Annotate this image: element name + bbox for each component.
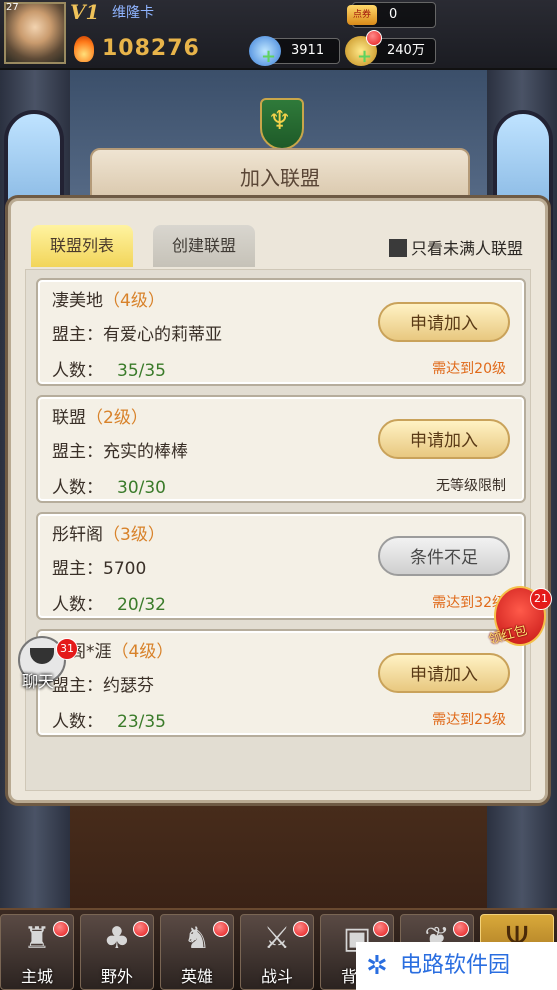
diamond-icon: + bbox=[249, 36, 281, 66]
members-count: 20/32 bbox=[117, 595, 166, 615]
members-label: 人数： bbox=[52, 361, 103, 381]
alliance-level: （4级） bbox=[111, 642, 174, 662]
notification-dot bbox=[453, 921, 469, 937]
alliance-members-line: 人数： 20/32 bbox=[52, 590, 166, 615]
gold-notification-dot bbox=[366, 30, 382, 46]
alliance-emblem: ♆ bbox=[260, 98, 304, 150]
alliance-leader-line: 盟主：有爱心的莉蒂亚 bbox=[52, 320, 222, 345]
leader-label: 盟主： bbox=[52, 442, 103, 462]
player-name: 维隆卡 bbox=[112, 5, 154, 21]
watermark-text: 电路软件园 bbox=[400, 953, 511, 978]
leader-label: 盟主： bbox=[52, 325, 103, 345]
leader-label: 盟主： bbox=[52, 676, 103, 696]
alliance-level: （3级） bbox=[103, 525, 165, 545]
alliance-level: （4级） bbox=[103, 291, 165, 311]
alliance-card: 彤轩阁（3级） 盟主：5700 人数： 20/32 条件不足 需达到32级 bbox=[36, 512, 526, 620]
level-requirement: 需达到25级 bbox=[432, 712, 506, 728]
player-level: 27 bbox=[6, 2, 19, 13]
chat-label: 聊天 bbox=[22, 672, 55, 691]
notification-dot bbox=[53, 921, 69, 937]
alliance-panel: 联盟列表 创建联盟 只看未满人联盟 凄美地（4级） 盟主：有爱心的莉蒂亚 人数：… bbox=[8, 198, 548, 803]
chat-badge: 31 bbox=[56, 638, 78, 660]
nav-wild[interactable]: ♣ 野外 bbox=[80, 914, 154, 990]
diamond-resource[interactable]: + 3911 bbox=[249, 36, 340, 66]
apply-join-button[interactable]: 申请加入 bbox=[378, 302, 510, 342]
nav-label: 野外 bbox=[100, 967, 133, 986]
leader-name: 有爱心的莉蒂亚 bbox=[103, 325, 222, 345]
page-title: 加入联盟 bbox=[240, 166, 320, 190]
top-bar: 27 V1 维隆卡 108276 点券 0 + 3911 + 240万 bbox=[0, 0, 557, 70]
smiley-icon bbox=[30, 648, 54, 664]
flame-icon bbox=[74, 36, 94, 62]
leader-name: 约瑟芬 bbox=[103, 676, 154, 696]
leader-name: 5700 bbox=[103, 559, 147, 579]
alliance-card: 联盟（2级） 盟主：充实的棒棒 人数： 30/30 申请加入 无等级限制 bbox=[36, 395, 526, 503]
leader-label: 盟主： bbox=[52, 559, 103, 579]
filter-not-full-checkbox[interactable]: 只看未满人联盟 bbox=[388, 235, 523, 259]
notification-dot bbox=[373, 921, 389, 937]
nav-label: 战斗 bbox=[260, 967, 293, 986]
nav-hero[interactable]: ♞ 英雄 bbox=[160, 914, 234, 990]
members-count: 35/35 bbox=[117, 361, 166, 381]
tab-alliance-list[interactable]: 联盟列表 bbox=[31, 225, 133, 267]
members-label: 人数： bbox=[52, 478, 103, 498]
points-resource[interactable]: 点券 0 bbox=[347, 2, 436, 28]
alliance-leader-line: 盟主：5700 bbox=[52, 554, 146, 579]
alliance-leader-line: 盟主：约瑟芬 bbox=[52, 671, 154, 696]
checkbox-icon[interactable] bbox=[388, 239, 407, 257]
alliance-card: 高阁*涯（4级） 盟主：约瑟芬 人数： 23/35 申请加入 需达到25级 bbox=[36, 629, 526, 737]
points-ticket-icon: 点券 bbox=[347, 5, 377, 25]
alliance-name-line: 彤轩阁（3级） bbox=[52, 520, 165, 545]
alliance-level: （2级） bbox=[86, 408, 148, 428]
diamond-value: 3911 bbox=[291, 43, 325, 58]
gold-resource[interactable]: + 240万 bbox=[345, 36, 436, 66]
filter-label: 只看未满人联盟 bbox=[410, 239, 523, 258]
apply-join-button[interactable]: 申请加入 bbox=[378, 653, 510, 693]
alliance-leader-line: 盟主：充实的棒棒 bbox=[52, 437, 188, 462]
nav-label: 主城 bbox=[20, 967, 53, 986]
alliance-name: 联盟 bbox=[52, 408, 86, 428]
nav-battle[interactable]: ⚔ 战斗 bbox=[240, 914, 314, 990]
alliance-list[interactable]: 凄美地（4级） 盟主：有爱心的莉蒂亚 人数： 35/35 申请加入 需达到20级 … bbox=[25, 269, 531, 791]
add-gold-icon[interactable]: + bbox=[357, 48, 372, 66]
gold-value: 240万 bbox=[387, 43, 425, 58]
red-envelope-badge: 21 bbox=[530, 588, 552, 610]
members-label: 人数： bbox=[52, 595, 103, 615]
nav-label: 英雄 bbox=[180, 967, 213, 986]
vip-badge[interactable]: V1 bbox=[70, 0, 99, 24]
alliance-name: 彤轩阁 bbox=[52, 525, 103, 545]
add-diamond-icon[interactable]: + bbox=[261, 48, 276, 66]
alliance-name-line: 联盟（2级） bbox=[52, 403, 148, 428]
alliance-name-line: 凄美地（4级） bbox=[52, 286, 165, 311]
members-count: 23/35 bbox=[117, 712, 166, 732]
alliance-name: 凄美地 bbox=[52, 291, 103, 311]
notification-dot bbox=[213, 921, 229, 937]
level-requirement: 需达到20级 bbox=[432, 361, 506, 377]
alliance-members-line: 人数： 35/35 bbox=[52, 356, 166, 381]
alliance-card: 凄美地（4级） 盟主：有爱心的莉蒂亚 人数： 35/35 申请加入 需达到20级 bbox=[36, 278, 526, 386]
leader-name: 充实的棒棒 bbox=[103, 442, 188, 462]
apply-join-button[interactable]: 申请加入 bbox=[378, 419, 510, 459]
nav-main-city[interactable]: ♜ 主城 bbox=[0, 914, 74, 990]
notification-dot bbox=[133, 921, 149, 937]
tab-create-alliance[interactable]: 创建联盟 bbox=[153, 225, 255, 267]
phoenix-icon: ♆ bbox=[268, 106, 292, 136]
points-value: 0 bbox=[389, 7, 398, 22]
alliance-members-line: 人数： 23/35 bbox=[52, 707, 166, 732]
level-requirement: 无等级限制 bbox=[436, 478, 506, 494]
watermark: ✲ 电路软件园 bbox=[356, 942, 557, 990]
condition-not-met-button[interactable]: 条件不足 bbox=[378, 536, 510, 576]
members-label: 人数： bbox=[52, 712, 103, 732]
combat-power: 108276 bbox=[102, 36, 200, 61]
alliance-members-line: 人数： 30/30 bbox=[52, 473, 166, 498]
watermark-logo-icon: ✲ bbox=[366, 951, 388, 981]
notification-dot bbox=[293, 921, 309, 937]
members-count: 30/30 bbox=[117, 478, 166, 498]
